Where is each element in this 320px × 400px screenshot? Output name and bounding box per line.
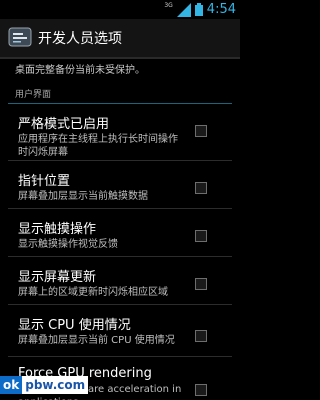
watermark-logo: ok pbw.com: [0, 376, 89, 394]
preference-list[interactable]: 桌面完整备份当前未受保护。 用户界面 严格模式已启用 应用程序在主线程上执行长时…: [0, 59, 240, 400]
pref-show-touches[interactable]: 显示触摸操作 显示触摸操作视觉反馈: [0, 210, 240, 262]
pref-summary: 屏幕叠加层显示当前触摸数据: [18, 191, 148, 202]
list-divider: [8, 208, 232, 209]
pref-title: 指针位置: [18, 174, 71, 189]
developer-options-icon[interactable]: [8, 25, 32, 49]
pref-checkbox[interactable]: [195, 182, 207, 194]
category-divider: [8, 103, 232, 104]
pref-checkbox[interactable]: [195, 230, 207, 242]
list-divider: [8, 304, 232, 305]
status-clock: 4:54: [206, 2, 236, 17]
pref-summary: 屏幕上的区域更新时闪烁相应区域: [18, 287, 168, 298]
status-icons: 3G 4:54: [164, 2, 236, 17]
pref-checkbox[interactable]: [195, 330, 207, 342]
watermark-part2: pbw.com: [22, 376, 89, 394]
pref-checkbox[interactable]: [195, 125, 207, 137]
category-header: 用户界面: [15, 90, 52, 100]
pref-checkbox[interactable]: [195, 278, 207, 290]
page-title: 开发人员选项: [38, 31, 122, 47]
pref-checkbox[interactable]: [195, 384, 207, 396]
list-divider: [8, 356, 232, 357]
list-divider: [8, 160, 232, 161]
battery-icon: [194, 3, 203, 16]
pref-summary: 显示触摸操作视觉反馈: [18, 239, 118, 250]
watermark-part1: ok: [0, 376, 23, 394]
action-bar: 开发人员选项: [0, 19, 240, 59]
pref-show-screen-updates[interactable]: 显示屏幕更新 屏幕上的区域更新时闪烁相应区域: [0, 258, 240, 310]
pref-title: 显示触摸操作: [18, 222, 97, 237]
signal-strength-icon: [176, 2, 191, 17]
pref-title: 严格模式已启用: [18, 117, 110, 132]
pref-show-cpu-usage[interactable]: 显示 CPU 使用情况 屏幕叠加层显示当前 CPU 使用情况: [0, 306, 240, 358]
list-divider: [8, 256, 232, 257]
previous-item-summary: 桌面完整备份当前未受保护。: [15, 65, 145, 76]
pref-strict-mode[interactable]: 严格模式已启用 应用程序在主线程上执行长时间操作时闪烁屏幕: [0, 105, 240, 158]
pref-title: 显示屏幕更新: [18, 270, 97, 285]
network-type-label: 3G: [164, 2, 173, 9]
status-bar: 3G 4:54: [0, 0, 240, 19]
pref-title: 显示 CPU 使用情况: [18, 318, 131, 333]
pref-summary: 屏幕叠加层显示当前 CPU 使用情况: [18, 335, 175, 346]
pref-pointer-location[interactable]: 指针位置 屏幕叠加层显示当前触摸数据: [0, 162, 240, 214]
pref-summary: 应用程序在主线程上执行长时间操作时闪烁屏幕: [18, 134, 178, 158]
